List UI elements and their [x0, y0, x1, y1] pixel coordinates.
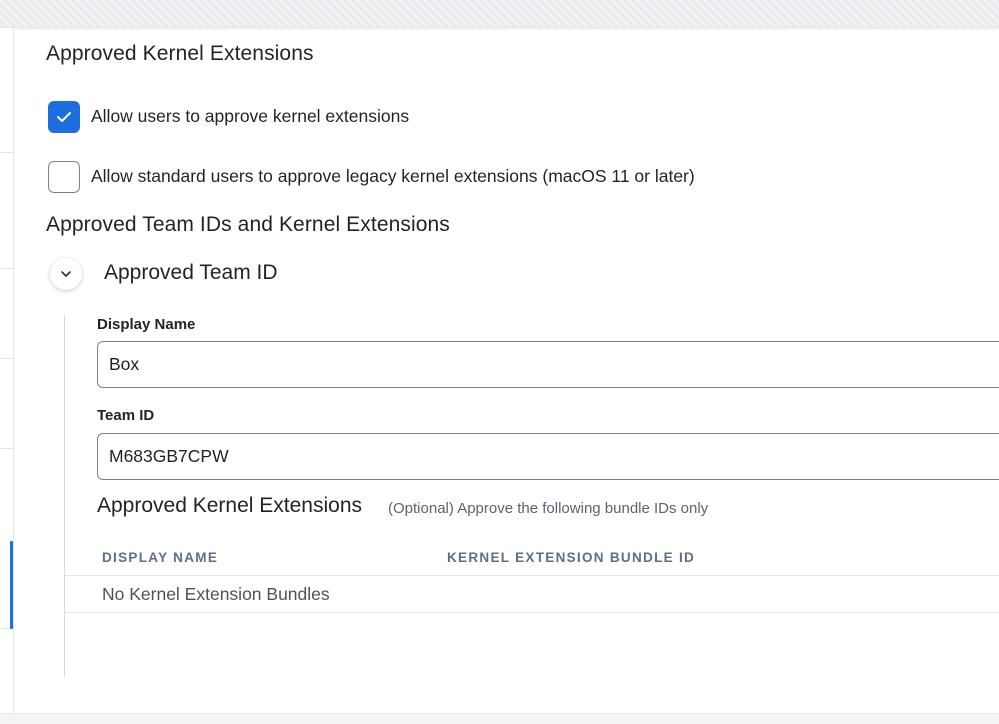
bottom-footer-strip: [0, 713, 999, 724]
column-header-bundle-id[interactable]: KERNEL EXTENSION BUNDLE ID: [447, 550, 695, 565]
rail-divider: [0, 448, 13, 449]
table-header-divider: [65, 575, 999, 576]
extensions-hint: (Optional) Approve the following bundle …: [388, 500, 709, 517]
rail-divider: [0, 358, 13, 359]
allow-standard-users-label[interactable]: Allow standard users to approve legacy k…: [91, 166, 695, 187]
rail-divider: [0, 152, 13, 153]
chevron-down-icon: [61, 271, 71, 277]
kernel-section-title: Approved Kernel Extensions: [46, 42, 314, 65]
allow-standard-users-checkbox[interactable]: [48, 161, 80, 193]
table-bottom-divider: [65, 612, 999, 613]
rail-divider: [0, 268, 13, 269]
team-id-input[interactable]: [97, 433, 999, 480]
allow-users-approve-label[interactable]: Allow users to approve kernel extensions: [91, 106, 409, 127]
collapse-team-id-button[interactable]: [50, 258, 82, 290]
extensions-subsection-title: Approved Kernel Extensions: [97, 494, 362, 517]
display-name-label: Display Name: [97, 316, 196, 333]
team-id-label: Team ID: [97, 407, 155, 424]
rail-active-indicator[interactable]: [10, 541, 13, 629]
top-header-strip: [0, 0, 999, 28]
table-empty-message: No Kernel Extension Bundles: [102, 584, 330, 604]
allow-users-approve-checkbox[interactable]: [48, 101, 80, 133]
display-name-input[interactable]: [97, 341, 999, 388]
team-id-group-title: Approved Team ID: [104, 261, 278, 284]
column-header-display-name[interactable]: DISPLAY NAME: [102, 550, 218, 565]
checkmark-icon: [57, 112, 71, 122]
team-section-title: Approved Team IDs and Kernel Extensions: [46, 213, 450, 236]
group-indent-line: [64, 315, 65, 677]
